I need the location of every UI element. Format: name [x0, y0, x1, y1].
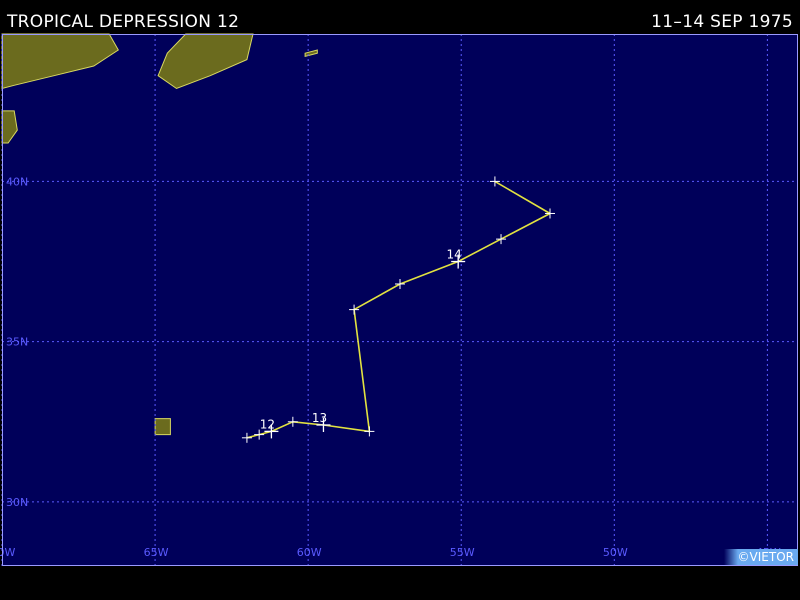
longitude-label: 50W — [603, 546, 628, 559]
day-label: 13 — [312, 411, 327, 425]
track-map: 70W65W60W55W50W45W40N35N30N121314 — [0, 33, 798, 566]
map-window: TROPICAL DEPRESSION 12 11–14 SEP 1975 70… — [0, 0, 800, 600]
land-area — [154, 418, 171, 436]
longitude-label: 55W — [450, 546, 475, 559]
day-label: 12 — [260, 417, 275, 431]
latitude-label: 40N — [6, 175, 28, 188]
credit-badge: ©VIETOR — [723, 549, 798, 565]
longitude-label: 65W — [144, 546, 169, 559]
latitude-label: 30N — [6, 496, 28, 509]
day-label: 14 — [447, 248, 462, 262]
latitude-label: 35N — [6, 336, 28, 349]
longitude-label: 60W — [297, 546, 322, 559]
ocean-area — [2, 34, 798, 566]
